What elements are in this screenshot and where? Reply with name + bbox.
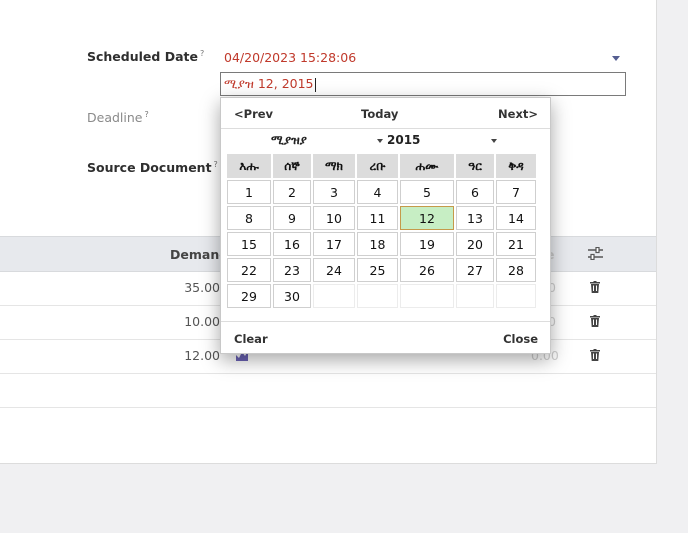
divider — [221, 128, 550, 129]
day-cell[interactable]: 27 — [456, 258, 494, 282]
trash-icon[interactable] — [590, 315, 600, 327]
day-cell[interactable]: 3 — [313, 180, 355, 204]
scheduled-date-label-text: Scheduled Date — [87, 49, 198, 65]
day-cell[interactable]: 11 — [357, 206, 398, 230]
weekday-header: ማክ — [313, 154, 355, 178]
day-cell[interactable]: 19 — [400, 232, 454, 256]
weekday-header: ሰኞ — [273, 154, 311, 178]
date-input[interactable]: ሚያዝ 12, 2015 — [220, 72, 626, 96]
day-cell[interactable]: 8 — [227, 206, 271, 230]
day-cell-selected[interactable]: 12 — [400, 206, 454, 230]
day-cell[interactable]: 18 — [357, 232, 398, 256]
day-cell[interactable]: 23 — [273, 258, 311, 282]
day-cell[interactable]: 20 — [456, 232, 494, 256]
scheduled-date-value[interactable]: 04/20/2023 15:28:06 — [224, 50, 624, 65]
day-cell[interactable]: 4 — [357, 180, 398, 204]
day-cell[interactable]: 9 — [273, 206, 311, 230]
day-cell-empty — [313, 284, 355, 308]
day-cell[interactable]: 21 — [496, 232, 536, 256]
weekday-header: ዓር — [456, 154, 494, 178]
weekday-header: ረቡ — [357, 154, 398, 178]
day-cell[interactable]: 7 — [496, 180, 536, 204]
scheduled-date-label: Scheduled Date? — [87, 49, 204, 64]
prev-month-button[interactable]: <Prev — [234, 107, 273, 121]
deadline-label-text: Deadline — [87, 110, 143, 126]
source-document-label-text: Source Document — [87, 160, 212, 176]
clear-button[interactable]: Clear — [234, 332, 268, 346]
weekday-header: ቅዳ — [496, 154, 536, 178]
next-month-button[interactable]: Next> — [498, 107, 538, 121]
deadline-label: Deadline? — [87, 110, 149, 125]
day-cell[interactable]: 28 — [496, 258, 536, 282]
demand-cell: 10.00 — [184, 314, 220, 329]
column-settings-icon[interactable] — [588, 247, 603, 260]
day-cell[interactable]: 14 — [496, 206, 536, 230]
chevron-down-icon[interactable] — [491, 139, 497, 143]
chevron-down-icon[interactable] — [377, 139, 383, 143]
day-cell[interactable]: 25 — [357, 258, 398, 282]
help-icon[interactable]: ? — [200, 49, 204, 58]
chevron-down-icon[interactable] — [612, 56, 620, 61]
date-input-text: ሚያዝ 12, 2015 — [224, 76, 314, 91]
weekday-header: ሐሙ — [400, 154, 454, 178]
day-cell[interactable]: 2 — [273, 180, 311, 204]
weekday-header: እሑ — [227, 154, 271, 178]
calendar-grid: እሑ ሰኞ ማክ ረቡ ሐሙ ዓር ቅዳ 1 2 3 4 5 6 7 8 9 1… — [225, 152, 538, 310]
help-icon[interactable]: ? — [144, 110, 148, 119]
today-button[interactable]: Today — [361, 107, 398, 121]
day-cell[interactable]: 22 — [227, 258, 271, 282]
day-cell[interactable]: 30 — [273, 284, 311, 308]
day-cell-empty — [400, 284, 454, 308]
day-cell-empty — [456, 284, 494, 308]
divider — [221, 321, 550, 322]
day-cell[interactable]: 1 — [227, 180, 271, 204]
day-cell[interactable]: 29 — [227, 284, 271, 308]
trash-icon[interactable] — [590, 349, 600, 361]
day-cell[interactable]: 24 — [313, 258, 355, 282]
day-cell[interactable]: 5 — [400, 180, 454, 204]
datepicker-popup: <Prev Today Next> ሚያዝያ 2015 እሑ ሰኞ ማክ ረቡ … — [220, 97, 551, 354]
day-cell[interactable]: 10 — [313, 206, 355, 230]
add-line-row[interactable] — [0, 374, 656, 408]
day-cell[interactable]: 16 — [273, 232, 311, 256]
demand-cell: 12.00 — [184, 348, 220, 363]
day-cell-empty — [357, 284, 398, 308]
day-cell[interactable]: 26 — [400, 258, 454, 282]
source-document-label: Source Document? — [87, 160, 218, 175]
trash-icon[interactable] — [590, 281, 600, 293]
day-cell-empty — [496, 284, 536, 308]
month-select[interactable]: ሚያዝያ — [271, 133, 307, 148]
day-cell[interactable]: 17 — [313, 232, 355, 256]
day-cell[interactable]: 15 — [227, 232, 271, 256]
day-cell[interactable]: 13 — [456, 206, 494, 230]
close-button[interactable]: Close — [503, 332, 538, 346]
text-caret — [314, 77, 316, 92]
help-icon[interactable]: ? — [214, 160, 218, 169]
day-cell[interactable]: 6 — [456, 180, 494, 204]
demand-cell: 35.00 — [184, 280, 220, 295]
year-select[interactable]: 2015 — [387, 133, 420, 147]
